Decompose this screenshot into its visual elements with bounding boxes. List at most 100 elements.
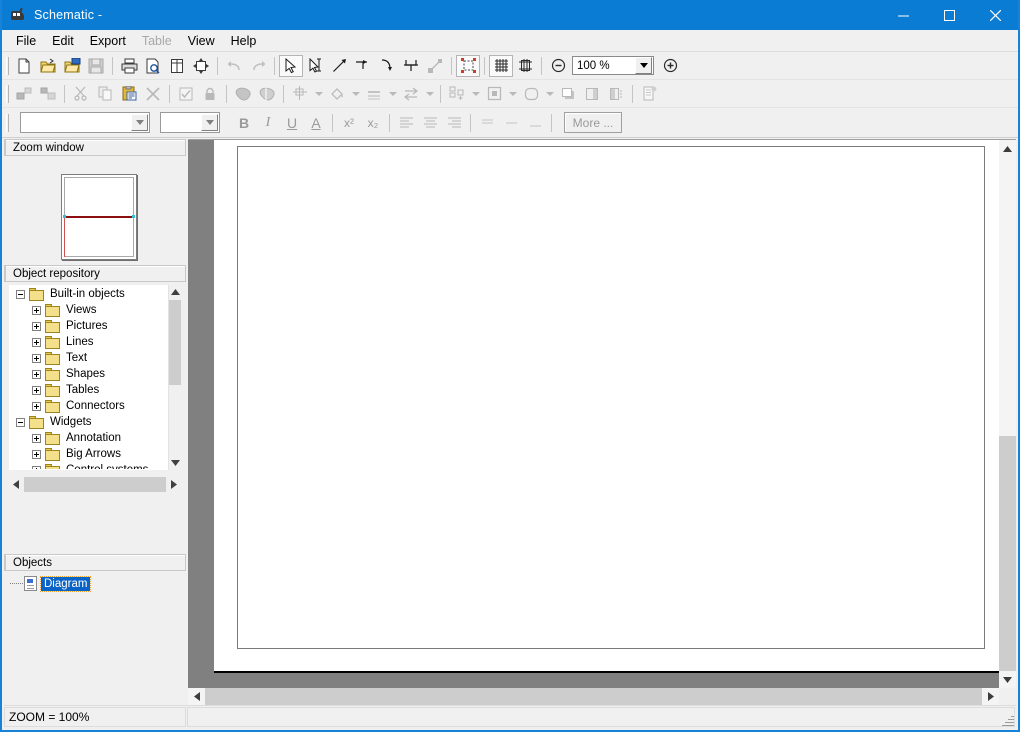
- font-name-combobox[interactable]: [20, 112, 150, 133]
- canvas-horizontal-scrollbar[interactable]: [188, 688, 999, 705]
- scroll-down-icon[interactable]: [999, 671, 1016, 688]
- scroll-right-icon[interactable]: [982, 688, 999, 705]
- print-preview-icon[interactable]: [141, 55, 165, 77]
- scroll-up-icon[interactable]: [169, 285, 182, 299]
- menu-view[interactable]: View: [180, 31, 223, 51]
- list-item[interactable]: Diagram: [4, 575, 186, 592]
- print-icon[interactable]: [117, 55, 141, 77]
- font-size-combobox[interactable]: [160, 112, 220, 133]
- folder-icon: [45, 320, 61, 333]
- zoom-in-icon[interactable]: [658, 55, 682, 77]
- menu-export[interactable]: Export: [82, 31, 134, 51]
- toolbar-grip[interactable]: [6, 114, 9, 132]
- menu-file[interactable]: File: [8, 31, 44, 51]
- zoom-window-panel[interactable]: [4, 156, 186, 265]
- resize-grip[interactable]: [1000, 712, 1016, 728]
- repository-horizontal-scrollbar[interactable]: [9, 477, 181, 492]
- chevron-down-icon[interactable]: [635, 57, 652, 74]
- group-icon: [231, 83, 255, 105]
- collapse-minus-icon[interactable]: [16, 290, 25, 299]
- draw-curve-icon[interactable]: [375, 55, 399, 77]
- canvas-area[interactable]: [188, 139, 1016, 705]
- select-pointer-icon[interactable]: [279, 55, 303, 77]
- chevron-down-icon[interactable]: [201, 114, 218, 131]
- scrollbar-thumb[interactable]: [999, 436, 1016, 681]
- draw-branch-icon[interactable]: [399, 55, 423, 77]
- objects-header[interactable]: Objects: [4, 554, 186, 571]
- layout-dropdown-icon: [469, 83, 482, 105]
- scroll-down-icon[interactable]: [169, 456, 182, 470]
- expand-plus-icon[interactable]: [32, 370, 41, 379]
- new-file-icon[interactable]: [12, 55, 36, 77]
- object-label[interactable]: Diagram: [41, 577, 90, 591]
- menu-help[interactable]: Help: [223, 31, 265, 51]
- minimize-icon[interactable]: [880, 0, 926, 30]
- align-dropdown-icon: [312, 83, 325, 105]
- objects-tree[interactable]: Diagram: [4, 571, 186, 592]
- tree-item-label: Text: [66, 352, 87, 364]
- object-repository-tree[interactable]: Built-in objectsViewsPicturesLines Text Sh…: [9, 285, 181, 470]
- grid-icon[interactable]: [489, 55, 513, 77]
- document-page[interactable]: [214, 140, 999, 673]
- draw-line-icon[interactable]: [327, 55, 351, 77]
- line-spacing-double-icon: [523, 112, 547, 134]
- paste-clipboard-icon[interactable]: [117, 83, 141, 105]
- scrollbar-thumb[interactable]: [169, 300, 181, 385]
- move-page-icon[interactable]: [189, 55, 213, 77]
- more-button[interactable]: More ...: [564, 112, 622, 133]
- scroll-up-icon[interactable]: [999, 140, 1016, 157]
- close-icon[interactable]: [972, 0, 1018, 30]
- zoom-window-header[interactable]: Zoom window: [4, 139, 186, 156]
- tree-item[interactable]: Pictures: [10, 318, 180, 334]
- scroll-left-icon[interactable]: [9, 477, 23, 492]
- toolbar-separator: [226, 85, 227, 103]
- expand-plus-icon[interactable]: [32, 434, 41, 443]
- toolbar-grip[interactable]: [6, 85, 9, 103]
- selection-frame-icon[interactable]: [456, 55, 480, 77]
- object-repository-title: Object repository: [13, 268, 100, 280]
- expand-plus-icon[interactable]: [32, 450, 41, 459]
- tree-item[interactable]: Connectors: [10, 398, 180, 414]
- open-folder-icon[interactable]: [36, 55, 60, 77]
- thumbnail-handle-right[interactable]: [132, 215, 135, 218]
- maximize-icon[interactable]: [926, 0, 972, 30]
- scrollbar-thumb[interactable]: [24, 477, 166, 492]
- object-repository-header[interactable]: Object repository: [4, 265, 186, 282]
- page-thumbnail[interactable]: [61, 174, 137, 260]
- draw-orthogonal-connector-icon[interactable]: [351, 55, 375, 77]
- tree-item[interactable]: Widgets: [10, 414, 180, 430]
- tree-item[interactable]: Big Arrows: [10, 446, 180, 462]
- thumbnail-handle-left[interactable]: [63, 215, 66, 218]
- tree-item[interactable]: Views: [10, 302, 180, 318]
- tree-item[interactable]: Text: [10, 350, 180, 366]
- expand-plus-icon[interactable]: [32, 466, 41, 471]
- tree-item[interactable]: Tables: [10, 382, 180, 398]
- open-recent-icon[interactable]: [60, 55, 84, 77]
- zoom-out-icon[interactable]: [546, 55, 570, 77]
- chevron-down-icon[interactable]: [131, 114, 148, 131]
- tree-item[interactable]: Built-in objects: [10, 286, 180, 302]
- snap-to-grid-icon[interactable]: [513, 55, 537, 77]
- scroll-right-icon[interactable]: [167, 477, 181, 492]
- collapse-minus-icon[interactable]: [16, 418, 25, 427]
- page-setup-icon[interactable]: [165, 55, 189, 77]
- repository-vertical-scrollbar[interactable]: [168, 285, 181, 470]
- expand-plus-icon[interactable]: [32, 354, 41, 363]
- toolbar-grip[interactable]: [6, 57, 9, 75]
- tree-item[interactable]: Control systems: [10, 462, 180, 470]
- expand-plus-icon[interactable]: [32, 306, 41, 315]
- tree-item[interactable]: Shapes: [10, 366, 180, 382]
- scrollbar-thumb[interactable]: [205, 688, 982, 705]
- scroll-left-icon[interactable]: [188, 688, 205, 705]
- tree-item[interactable]: Lines: [10, 334, 180, 350]
- expand-plus-icon[interactable]: [32, 338, 41, 347]
- expand-plus-icon[interactable]: [32, 386, 41, 395]
- zoom-level-combobox[interactable]: 100 %: [572, 56, 654, 75]
- menu-edit[interactable]: Edit: [44, 31, 82, 51]
- expand-plus-icon[interactable]: [32, 322, 41, 331]
- toolbar-separator: [632, 85, 633, 103]
- expand-plus-icon[interactable]: [32, 402, 41, 411]
- edit-node-icon[interactable]: [303, 55, 327, 77]
- tree-item[interactable]: Annotation: [10, 430, 180, 446]
- canvas-vertical-scrollbar[interactable]: [999, 140, 1016, 688]
